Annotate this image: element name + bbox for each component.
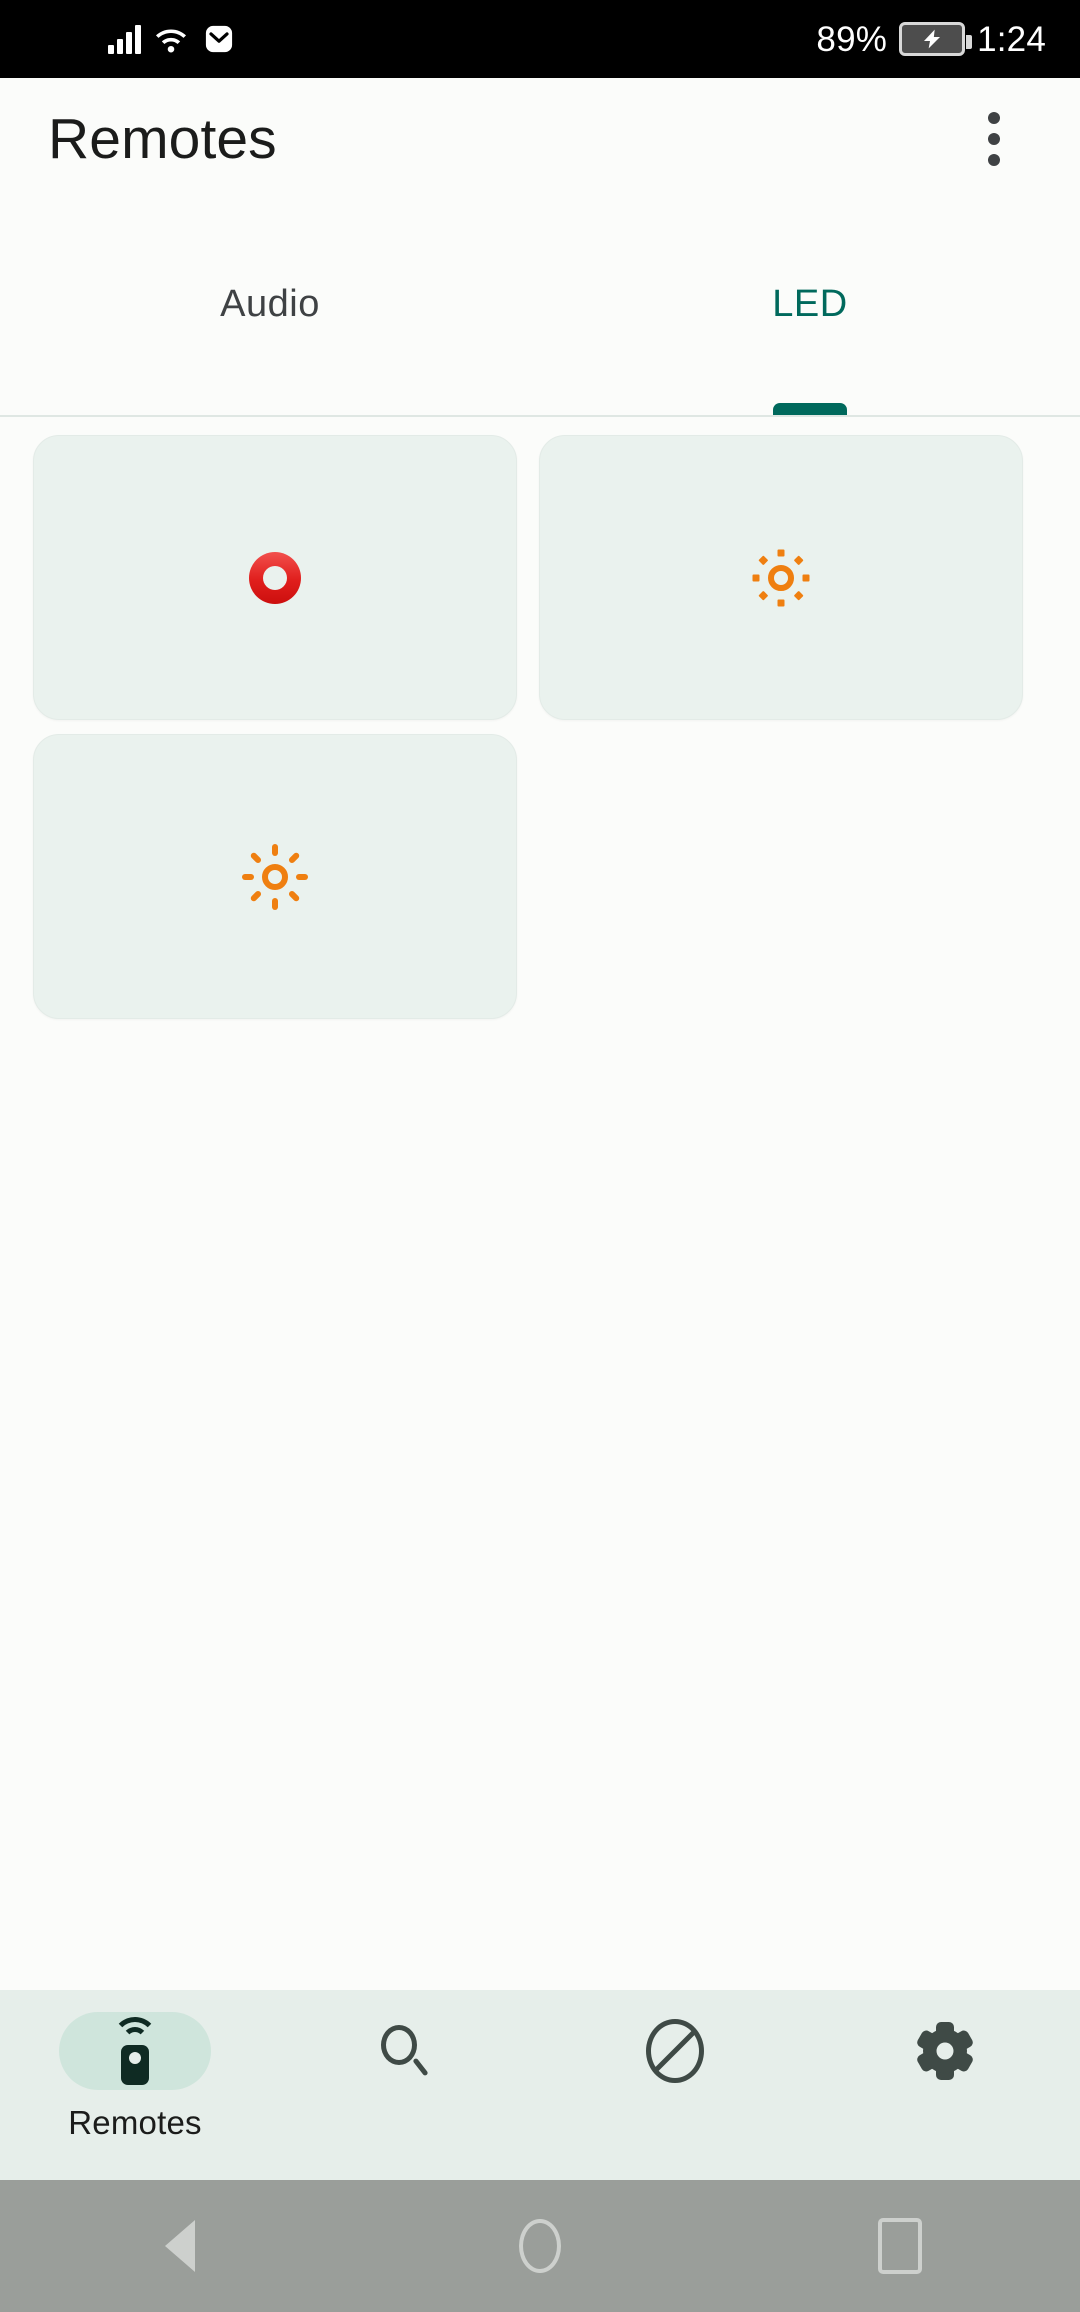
status-bar-right: 89% 1:24 bbox=[816, 22, 1046, 57]
app-bar: Remotes bbox=[0, 78, 1080, 200]
nav-item-remotes-label: Remotes bbox=[68, 2104, 202, 2141]
power-ring-icon bbox=[249, 551, 301, 604]
nav-item-blocked[interactable] bbox=[540, 1990, 810, 2090]
nav-pill-settings bbox=[869, 2012, 1021, 2090]
bottom-navigation-bar: Remotes bbox=[0, 1990, 1080, 2180]
tab-audio[interactable]: Audio bbox=[0, 255, 540, 417]
more-vertical-icon[interactable] bbox=[956, 101, 1032, 177]
brightness-low-icon bbox=[749, 546, 813, 610]
status-bar-left bbox=[108, 23, 237, 55]
nav-item-settings[interactable] bbox=[810, 1990, 1080, 2090]
clock-label: 1:24 bbox=[977, 19, 1046, 59]
brightness-high-icon bbox=[242, 843, 308, 910]
nav-active-pill bbox=[59, 2012, 211, 2090]
nav-pill-search bbox=[329, 2012, 481, 2090]
system-navigation-bar bbox=[0, 2180, 1080, 2312]
system-recents-button[interactable] bbox=[840, 2180, 960, 2312]
remote-button-power[interactable] bbox=[33, 435, 517, 720]
block-icon bbox=[646, 2019, 704, 2083]
tab-divider bbox=[0, 415, 1080, 417]
settings-gear-icon bbox=[915, 2021, 975, 2081]
cellular-signal-icon bbox=[108, 24, 141, 54]
tab-led[interactable]: LED bbox=[540, 255, 1080, 417]
wifi-icon bbox=[155, 29, 186, 53]
page-title: Remotes bbox=[48, 107, 277, 171]
envelope-icon bbox=[205, 25, 232, 53]
remote-buttons-grid bbox=[33, 435, 1047, 1019]
phone-screen: 89% 1:24 Remotes Audio LED Remotes bbox=[0, 0, 1080, 2312]
system-home-button[interactable] bbox=[480, 2180, 600, 2312]
nav-item-remotes[interactable]: Remotes bbox=[0, 1990, 270, 2142]
tab-audio-label: Audio bbox=[220, 283, 320, 325]
back-triangle-icon bbox=[165, 2220, 195, 2272]
status-bar: 89% 1:24 bbox=[0, 0, 1080, 78]
search-icon bbox=[377, 2023, 433, 2079]
remote-control-icon bbox=[105, 2017, 165, 2085]
tab-bar: Audio LED bbox=[0, 255, 1080, 417]
remote-button-brightness-high[interactable] bbox=[33, 734, 517, 1019]
recents-square-icon bbox=[878, 2218, 922, 2274]
tab-led-label: LED bbox=[772, 283, 848, 325]
home-circle-icon bbox=[519, 2219, 561, 2273]
battery-percent-label: 89% bbox=[816, 19, 888, 59]
battery-charging-icon bbox=[899, 22, 973, 56]
remote-button-brightness-low[interactable] bbox=[539, 435, 1023, 720]
system-back-button[interactable] bbox=[120, 2180, 240, 2312]
nav-item-search[interactable] bbox=[270, 1990, 540, 2090]
nav-pill-blocked bbox=[599, 2012, 751, 2090]
